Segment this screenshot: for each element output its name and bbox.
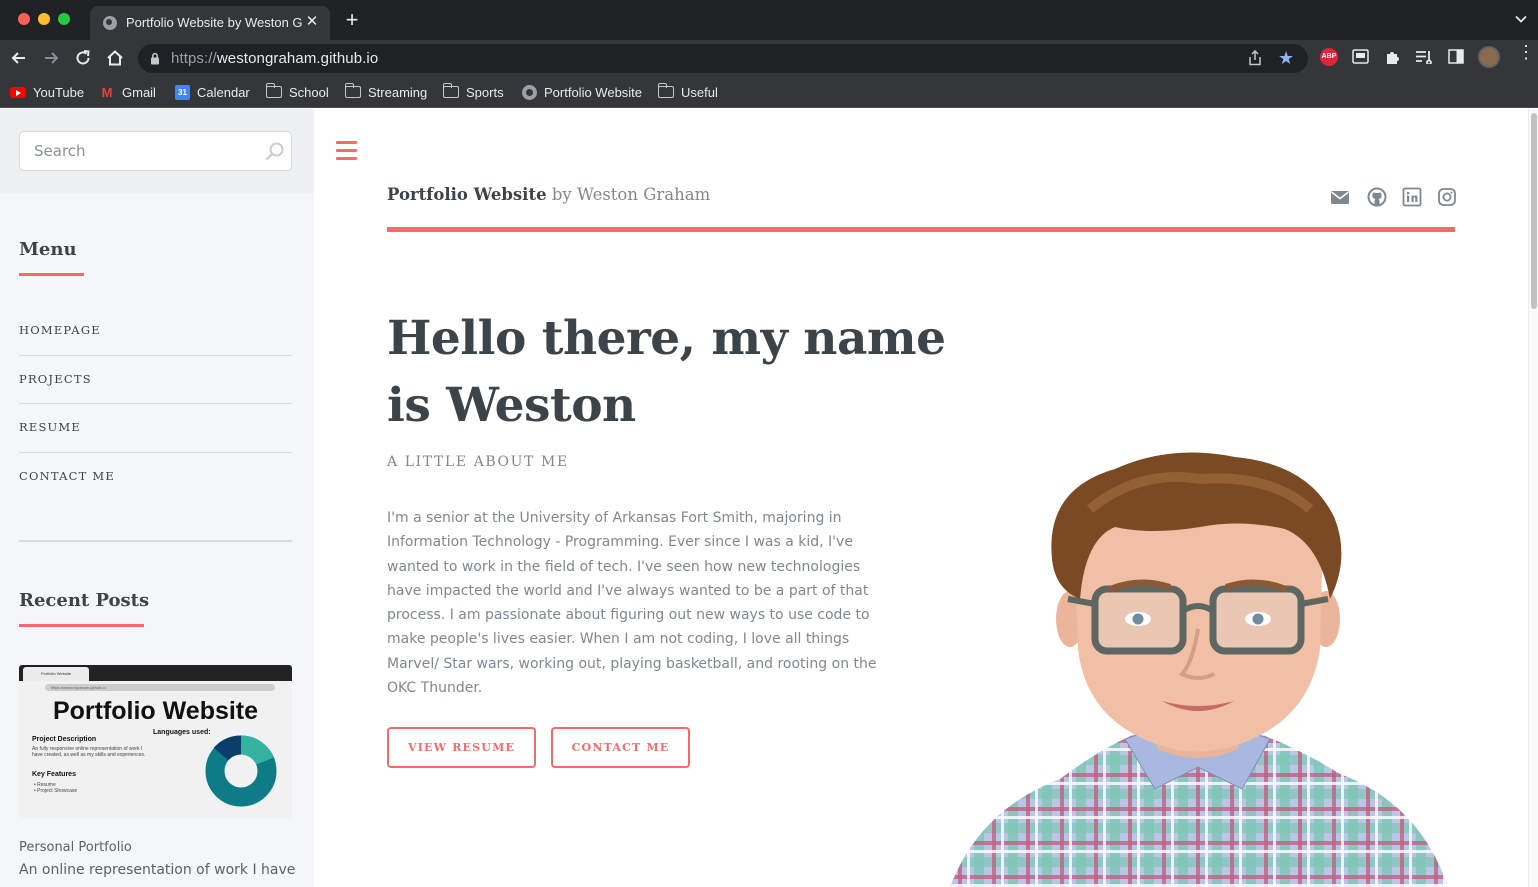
- forward-arrow-icon[interactable]: [41, 48, 61, 68]
- chevron-down-icon[interactable]: [1514, 12, 1528, 26]
- youtube-icon: [10, 86, 26, 98]
- bookmark-label: Sports: [466, 84, 504, 100]
- scrollbar-thumb[interactable]: [1531, 113, 1537, 309]
- adblock-plus-icon[interactable]: ABP: [1320, 48, 1338, 66]
- lock-icon[interactable]: [150, 52, 160, 65]
- profile-avatar[interactable]: [1478, 46, 1500, 68]
- bookmarks-bar: YouTube M Gmail 31 Calendar School Strea…: [0, 76, 1538, 108]
- thumbnail-browser-bar: Portfolio Website: [19, 665, 292, 681]
- new-tab-button[interactable]: +: [343, 8, 361, 32]
- site-header-title[interactable]: Portfolio Website by Weston Graham: [387, 185, 710, 204]
- search-input[interactable]: [34, 132, 254, 170]
- gmail-icon: M: [101, 84, 113, 100]
- menu-item-projects[interactable]: PROJECTS: [19, 355, 292, 404]
- bookmark-folder-sports[interactable]: Sports: [442, 82, 504, 102]
- bookmark-label: Streaming: [368, 84, 428, 100]
- site-name: Portfolio Website: [387, 185, 547, 204]
- folder-icon: [265, 83, 282, 98]
- view-resume-button[interactable]: VIEW RESUME: [387, 727, 536, 768]
- browser-toolbar: https://westongraham.github.io ★ ABP ⋮: [0, 40, 1538, 76]
- instagram-icon[interactable]: [1437, 187, 1457, 207]
- post-description: An online representation of work I have: [19, 862, 296, 878]
- menu-item-contact-me[interactable]: CONTACT ME: [19, 452, 292, 501]
- section-divider: [19, 540, 292, 542]
- folder-icon: [344, 83, 361, 98]
- thumbnail-desc-text: An fully responsive online representatio…: [32, 746, 146, 758]
- tab-title: Portfolio Website by Weston Graham: [126, 15, 302, 30]
- share-icon[interactable]: [1248, 50, 1262, 66]
- bookmark-folder-streaming[interactable]: Streaming: [344, 82, 428, 102]
- bookmark-star-icon[interactable]: ★: [1278, 48, 1294, 68]
- bookmark-folder-school[interactable]: School: [265, 82, 329, 102]
- menu-heading: Menu: [19, 239, 77, 260]
- thumbnail-donut-chart: [205, 735, 277, 807]
- post-thumbnail-image[interactable]: Portfolio Website https://westongraham.g…: [19, 665, 292, 818]
- close-tab-icon[interactable]: ✕: [304, 12, 320, 32]
- bookmark-label: Useful: [681, 84, 718, 100]
- minimize-window-button[interactable]: [38, 13, 50, 25]
- sidebar-search-section: [0, 109, 314, 193]
- search-box[interactable]: [19, 131, 292, 171]
- address-bar[interactable]: https://westongraham.github.io ★: [138, 44, 1308, 73]
- menu-item-homepage[interactable]: HOMEPAGE: [19, 306, 292, 355]
- envelope-icon[interactable]: [1330, 187, 1350, 207]
- folder-icon: [442, 83, 459, 98]
- bookmark-gmail[interactable]: M Gmail: [99, 82, 156, 102]
- folder-icon: [657, 83, 674, 98]
- site-author: by Weston Graham: [546, 185, 711, 204]
- thumbnail-desc-heading: Project Description: [32, 736, 97, 743]
- post-title[interactable]: Personal Portfolio: [19, 840, 132, 855]
- sidebar: Menu HOMEPAGE PROJECTS RESUME CONTACT ME…: [0, 109, 314, 887]
- recent-posts-underline: [19, 624, 144, 627]
- browser-tab-active[interactable]: Portfolio Website by Weston Graham ✕: [90, 6, 330, 40]
- search-icon[interactable]: [264, 141, 285, 162]
- bookmark-youtube[interactable]: YouTube: [10, 82, 84, 102]
- reload-icon[interactable]: [73, 48, 93, 68]
- thumbnail-features-heading: Key Features: [32, 771, 76, 778]
- bookmark-label: School: [289, 84, 329, 100]
- web-page: Menu HOMEPAGE PROJECTS RESUME CONTACT ME…: [0, 109, 1538, 887]
- thumbnail-title: Portfolio Website: [52, 697, 259, 725]
- contact-me-button[interactable]: CONTACT ME: [551, 727, 690, 768]
- header-accent-rule: [387, 227, 1455, 232]
- bookmark-calendar[interactable]: 31 Calendar: [175, 82, 250, 102]
- home-icon[interactable]: [105, 48, 125, 68]
- hero-heading: Hello there, my name is Weston: [387, 311, 946, 433]
- about-paragraph: I'm a senior at the University of Arkans…: [387, 510, 877, 697]
- media-router-icon[interactable]: [1352, 49, 1369, 64]
- url-text: https://westongraham.github.io: [171, 50, 379, 67]
- bookmark-folder-useful[interactable]: Useful: [657, 82, 718, 102]
- globe-icon: [522, 84, 537, 100]
- bookmark-label: YouTube: [33, 84, 85, 100]
- side-panel-icon[interactable]: [1448, 49, 1464, 64]
- close-window-button[interactable]: [18, 13, 30, 25]
- recent-posts-heading: Recent Posts: [19, 590, 150, 611]
- bookmark-label: Portfolio Website: [544, 84, 643, 100]
- thumbnail-feature-item: • Project Showcase: [34, 788, 78, 794]
- hero-subheading: A LITTLE ABOUT ME: [387, 454, 569, 470]
- bookmark-label: Gmail: [122, 84, 156, 100]
- profile-photo: [950, 452, 1448, 887]
- browser-tab-bar: Portfolio Website by Weston Graham ✕ +: [0, 0, 1538, 40]
- maximize-window-button[interactable]: [58, 13, 70, 25]
- bookmark-portfolio-website[interactable]: Portfolio Website: [522, 82, 642, 102]
- reading-list-icon[interactable]: [1415, 49, 1433, 64]
- linkedin-icon[interactable]: [1402, 187, 1422, 207]
- extensions-puzzle-icon[interactable]: [1384, 49, 1401, 66]
- thumbnail-languages-heading: Languages used:: [153, 729, 211, 736]
- page-scrollbar[interactable]: [1528, 109, 1538, 887]
- calendar-icon: 31: [175, 84, 190, 100]
- back-arrow-icon[interactable]: [9, 48, 29, 68]
- hamburger-menu-icon[interactable]: [336, 141, 358, 160]
- more-menu-icon[interactable]: ⋮: [1517, 43, 1535, 61]
- thumbnail-tab: Portfolio Website: [23, 667, 89, 681]
- thumbnail-url: https://westongraham.github.io: [45, 684, 275, 691]
- menu-item-resume[interactable]: RESUME: [19, 403, 292, 452]
- bookmark-label: Calendar: [197, 84, 250, 100]
- globe-icon: [103, 16, 117, 30]
- menu-heading-underline: [19, 273, 84, 276]
- github-icon[interactable]: [1367, 187, 1387, 207]
